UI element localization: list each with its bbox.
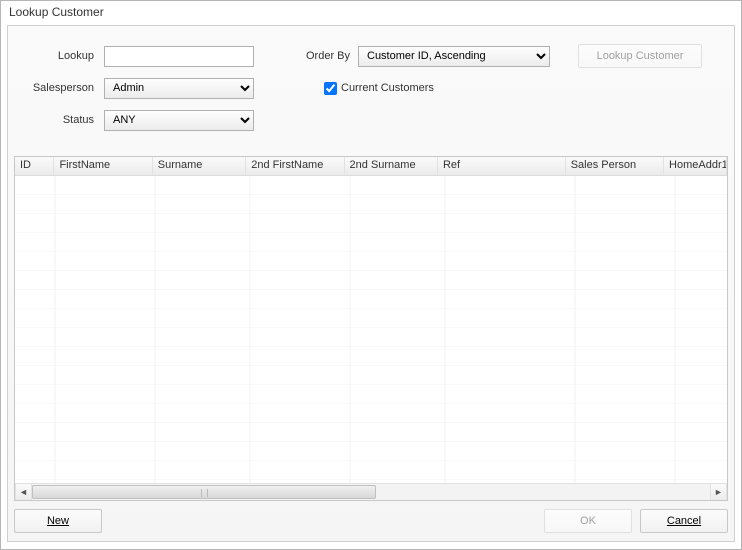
- window-title: Lookup Customer: [1, 1, 741, 25]
- scroll-thumb[interactable]: [32, 485, 376, 499]
- current-customers-label: Current Customers: [341, 82, 434, 94]
- col-header-id[interactable]: ID: [15, 157, 54, 175]
- orderby-select[interactable]: Customer ID, Ascending: [358, 46, 550, 67]
- new-button[interactable]: New: [14, 509, 102, 533]
- col-header-2nd-surname[interactable]: 2nd Surname: [345, 157, 438, 175]
- col-header-ref[interactable]: Ref: [438, 157, 566, 175]
- footer-buttons: New OK Cancel: [14, 507, 728, 535]
- col-header-firstname[interactable]: FirstName: [54, 157, 152, 175]
- orderby-label: Order By: [298, 50, 358, 62]
- col-header-surname[interactable]: Surname: [153, 157, 246, 175]
- col-header-homeaddr1[interactable]: HomeAddr1: [664, 157, 727, 175]
- salesperson-label: Salesperson: [18, 82, 104, 94]
- scroll-track[interactable]: [32, 484, 710, 501]
- form-area: Lookup Order By Customer ID, Ascending L…: [8, 26, 734, 146]
- lookup-customer-window: Lookup Customer Lookup Order By Customer…: [0, 0, 742, 550]
- status-label: Status: [18, 114, 104, 126]
- cancel-button[interactable]: Cancel: [640, 509, 728, 533]
- lookup-customer-button[interactable]: Lookup Customer: [578, 44, 702, 68]
- col-header-salesperson[interactable]: Sales Person: [566, 157, 664, 175]
- lookup-label: Lookup: [18, 50, 104, 62]
- results-grid[interactable]: ID FirstName Surname 2nd FirstName 2nd S…: [14, 156, 728, 501]
- grid-body[interactable]: [15, 176, 727, 483]
- content-panel: Lookup Order By Customer ID, Ascending L…: [7, 25, 735, 542]
- status-select[interactable]: ANY: [104, 110, 254, 131]
- horizontal-scrollbar[interactable]: ◄ ►: [15, 483, 727, 500]
- scroll-left-arrow-icon[interactable]: ◄: [15, 484, 32, 501]
- ok-button[interactable]: OK: [544, 509, 632, 533]
- scroll-right-arrow-icon[interactable]: ►: [710, 484, 727, 501]
- lookup-input[interactable]: [104, 46, 254, 67]
- salesperson-select[interactable]: Admin: [104, 78, 254, 99]
- grid-header-row: ID FirstName Surname 2nd FirstName 2nd S…: [15, 157, 727, 176]
- col-header-2nd-firstname[interactable]: 2nd FirstName: [246, 157, 344, 175]
- current-customers-checkbox[interactable]: [324, 82, 337, 95]
